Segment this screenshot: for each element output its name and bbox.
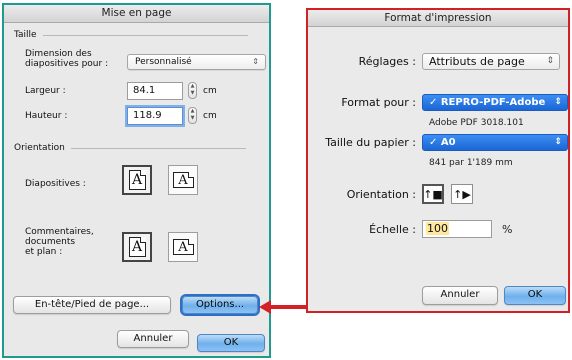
paper-size-popup[interactable]: ✓ A0 ⇕ xyxy=(422,134,568,151)
page-setup-dialog: Mise en page Taille Dimension des diapos… xyxy=(2,3,271,358)
format-for-label: Format pour : xyxy=(341,96,416,109)
print-format-title: Format d'impression xyxy=(308,10,568,27)
updown-arrows-icon: ⇕ xyxy=(546,56,554,66)
scale-value: 100 xyxy=(426,222,449,235)
print-format-dialog: Format d'impression Réglages : Attributs… xyxy=(306,8,570,313)
page-setup-title: Mise en page xyxy=(4,5,269,23)
portrait-orientation-button[interactable]: ↑■ xyxy=(422,184,444,204)
slide-dimension-value: Personnalisé xyxy=(135,57,192,67)
height-unit: cm xyxy=(203,111,217,121)
scale-label: Échelle : xyxy=(369,223,416,236)
format-for-value: ✓ REPRO-PDF-Adobe xyxy=(429,97,546,108)
portrait-page-icon: A xyxy=(128,237,146,257)
slides-landscape-button[interactable]: A xyxy=(168,165,198,195)
width-unit: cm xyxy=(203,86,217,96)
options-button[interactable]: Options... xyxy=(182,296,258,314)
arrow-head-icon xyxy=(259,300,271,314)
format-for-popup[interactable]: ✓ REPRO-PDF-Adobe ⇕ xyxy=(422,94,568,111)
landscape-page-icon: A xyxy=(172,239,194,255)
landscape-person-icon: ↑▶ xyxy=(453,187,471,201)
orientation-section-header: Orientation xyxy=(14,143,246,153)
orientation-section-divider xyxy=(70,147,246,149)
updown-arrows-icon: ⇕ xyxy=(252,57,259,66)
cancel-button[interactable]: Annuler xyxy=(117,330,189,348)
paper-size-description: 841 par 1'189 mm xyxy=(429,158,513,168)
size-section-label: Taille xyxy=(14,30,37,40)
settings-label: Réglages : xyxy=(358,55,416,68)
notes-orientation-label: Commentaires, documents et plan : xyxy=(25,227,94,257)
height-input[interactable]: 118.9 xyxy=(127,107,183,125)
arrow-connector xyxy=(269,305,309,309)
updown-arrows-icon: ⇕ xyxy=(554,97,562,107)
notes-landscape-button[interactable]: A xyxy=(168,232,198,262)
orientation-section-label: Orientation xyxy=(14,143,65,153)
paper-size-label: Taille du papier : xyxy=(325,136,416,149)
landscape-page-icon: A xyxy=(172,172,194,188)
updown-arrows-icon: ⇕ xyxy=(554,137,562,147)
landscape-orientation-button[interactable]: ↑▶ xyxy=(451,184,473,204)
print-cancel-button[interactable]: Annuler xyxy=(422,286,498,305)
orientation-label: Orientation : xyxy=(346,188,416,201)
size-section-header: Taille xyxy=(14,30,248,40)
portrait-person-icon: ↑■ xyxy=(423,187,443,201)
slide-dimension-label: Dimension des diapositives pour : xyxy=(25,49,109,69)
portrait-page-icon: A xyxy=(128,170,146,190)
width-stepper-icon[interactable]: ▲ ▼ xyxy=(188,82,197,99)
scale-input[interactable]: 100 xyxy=(422,220,492,238)
height-label: Hauteur : xyxy=(25,111,68,121)
slide-dimension-popup[interactable]: Personnalisé ⇕ xyxy=(127,54,266,70)
header-footer-button[interactable]: En-tête/Pied de page... xyxy=(13,296,171,314)
printer-description: Adobe PDF 3018.101 xyxy=(429,118,524,128)
width-label: Largeur : xyxy=(25,86,66,96)
print-ok-button[interactable]: OK xyxy=(504,286,566,305)
slides-portrait-button[interactable]: A xyxy=(122,165,152,195)
slides-orientation-label: Diapositives : xyxy=(25,179,86,189)
size-section-divider xyxy=(42,34,248,36)
settings-popup[interactable]: Attributs de page ⇕ xyxy=(422,53,560,70)
settings-value: Attributs de page xyxy=(429,55,525,68)
height-stepper-icon[interactable]: ▲ ▼ xyxy=(188,107,197,124)
notes-portrait-button[interactable]: A xyxy=(122,232,152,262)
ok-button[interactable]: OK xyxy=(197,334,265,352)
scale-unit: % xyxy=(502,223,513,236)
width-input[interactable]: 84.1 xyxy=(127,82,183,100)
paper-size-value: ✓ A0 xyxy=(429,137,456,148)
